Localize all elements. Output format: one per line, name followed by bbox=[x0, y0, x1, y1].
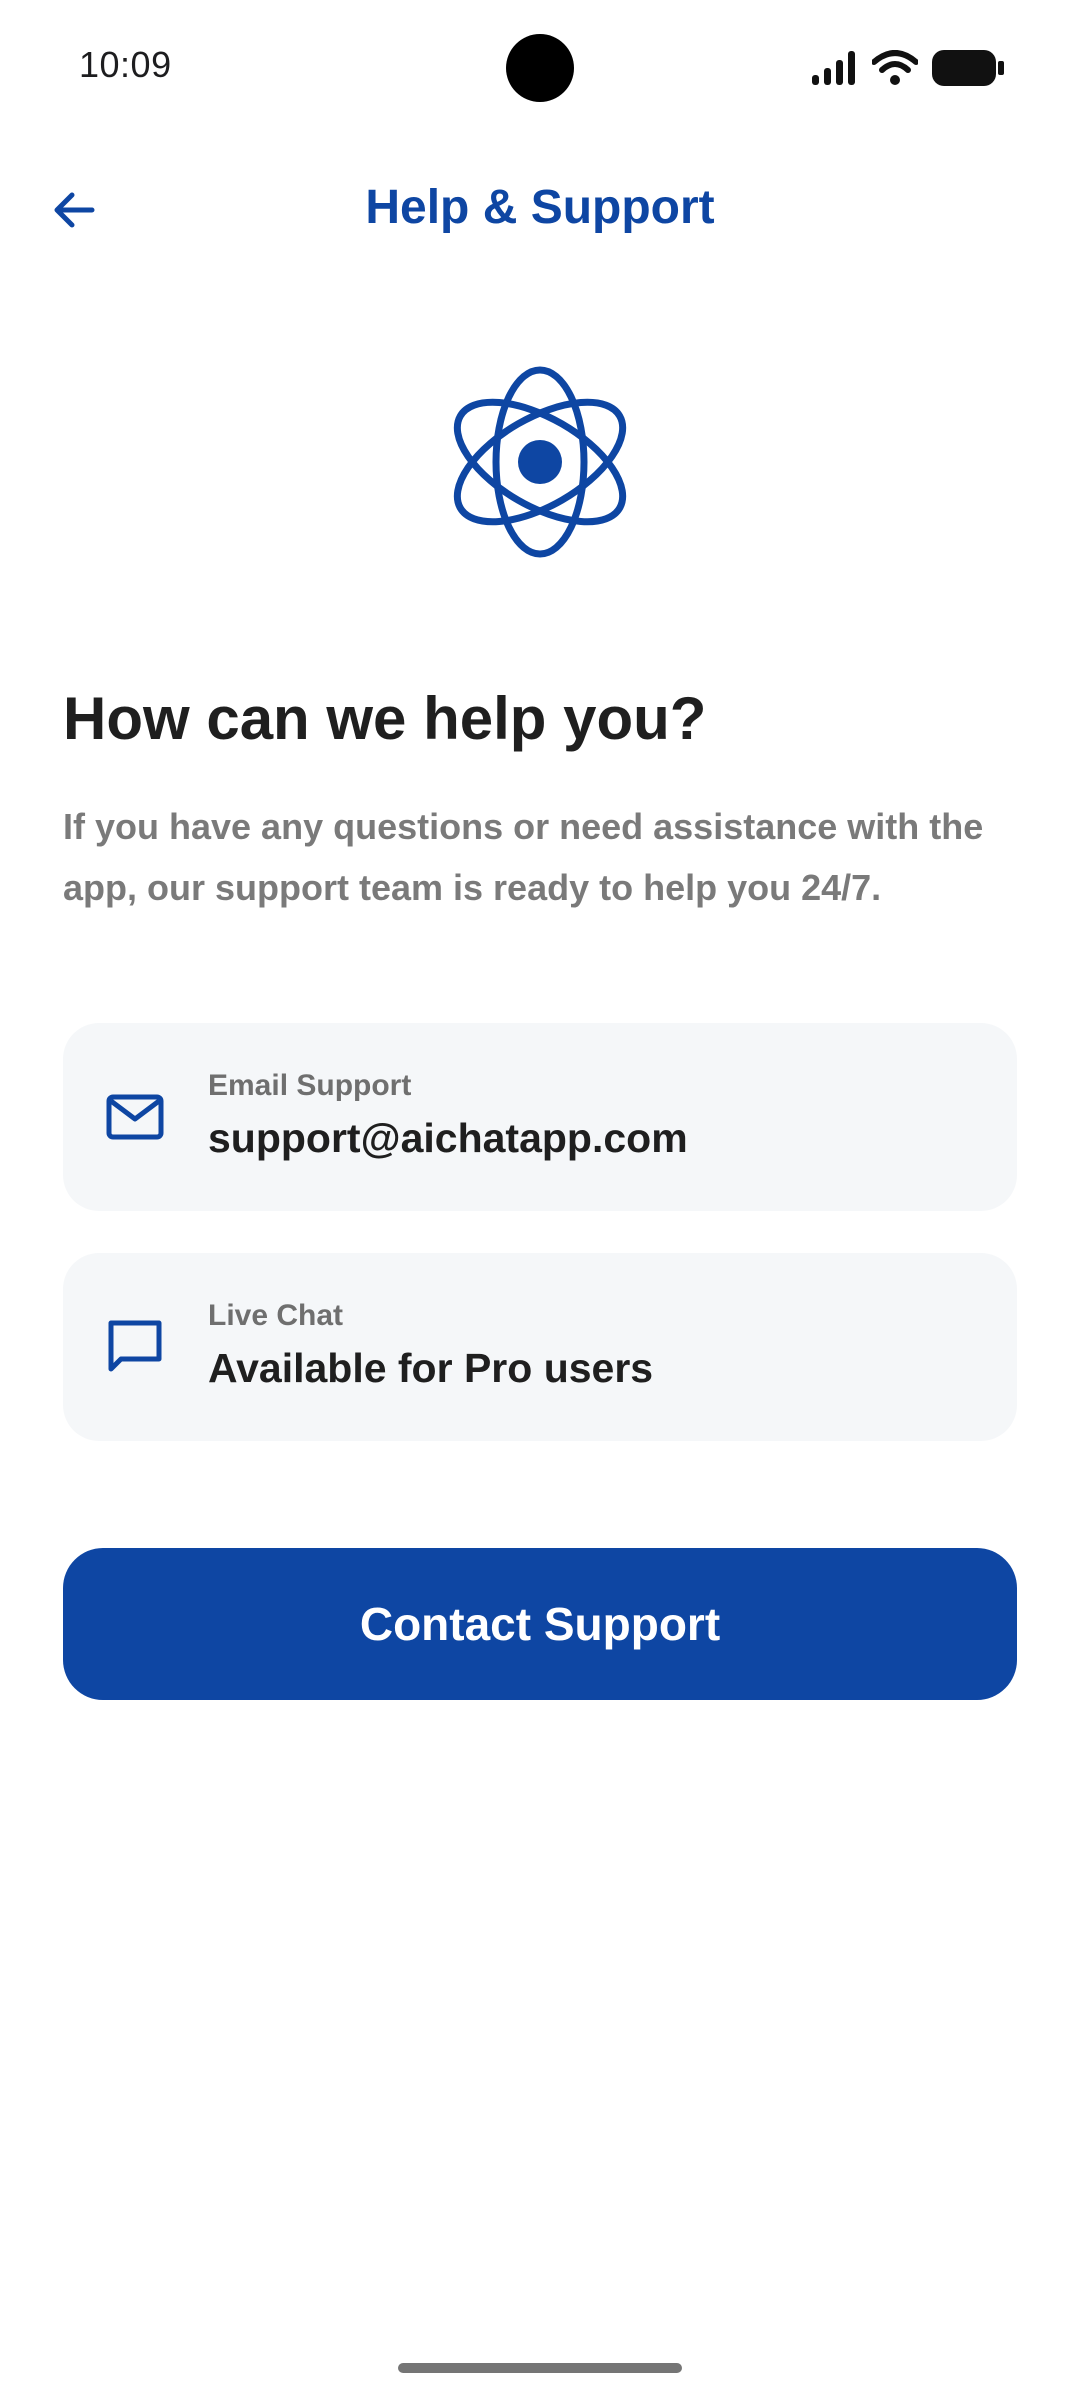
wifi-icon bbox=[872, 50, 918, 85]
contact-support-button[interactable]: Contact Support bbox=[63, 1548, 1017, 1700]
live-chat-label: Live Chat bbox=[208, 1299, 344, 1332]
chat-bubble-icon bbox=[108, 1320, 162, 1372]
mail-icon bbox=[106, 1094, 164, 1140]
camera-cutout bbox=[506, 34, 574, 102]
battery-icon bbox=[932, 50, 1004, 86]
page-title: Help & Support bbox=[365, 181, 715, 234]
signal-icon bbox=[812, 51, 855, 85]
live-chat-value: Available for Pro users bbox=[208, 1345, 654, 1391]
help-description: If you have any questions or need assist… bbox=[63, 806, 984, 908]
status-time: 10:09 bbox=[79, 44, 172, 85]
contact-support-label: Contact Support bbox=[359, 1598, 721, 1650]
flower-logo-icon bbox=[453, 366, 627, 558]
email-support-value: support@aichatapp.com bbox=[208, 1115, 688, 1161]
status-bar: 10:09 bbox=[0, 0, 1080, 136]
status-icons bbox=[812, 48, 1004, 88]
home-indicator[interactable] bbox=[398, 2363, 682, 2373]
help-support-screen: 10:09 Help & Support How can we help you… bbox=[0, 0, 1080, 2400]
email-support-card[interactable]: Email Support support@aichatapp.com bbox=[63, 1023, 1017, 1211]
email-support-label: Email Support bbox=[208, 1069, 412, 1102]
help-heading: How can we help you? bbox=[63, 685, 707, 752]
app-bar: Help & Support bbox=[0, 150, 1080, 270]
live-chat-card[interactable]: Live Chat Available for Pro users bbox=[63, 1253, 1017, 1441]
